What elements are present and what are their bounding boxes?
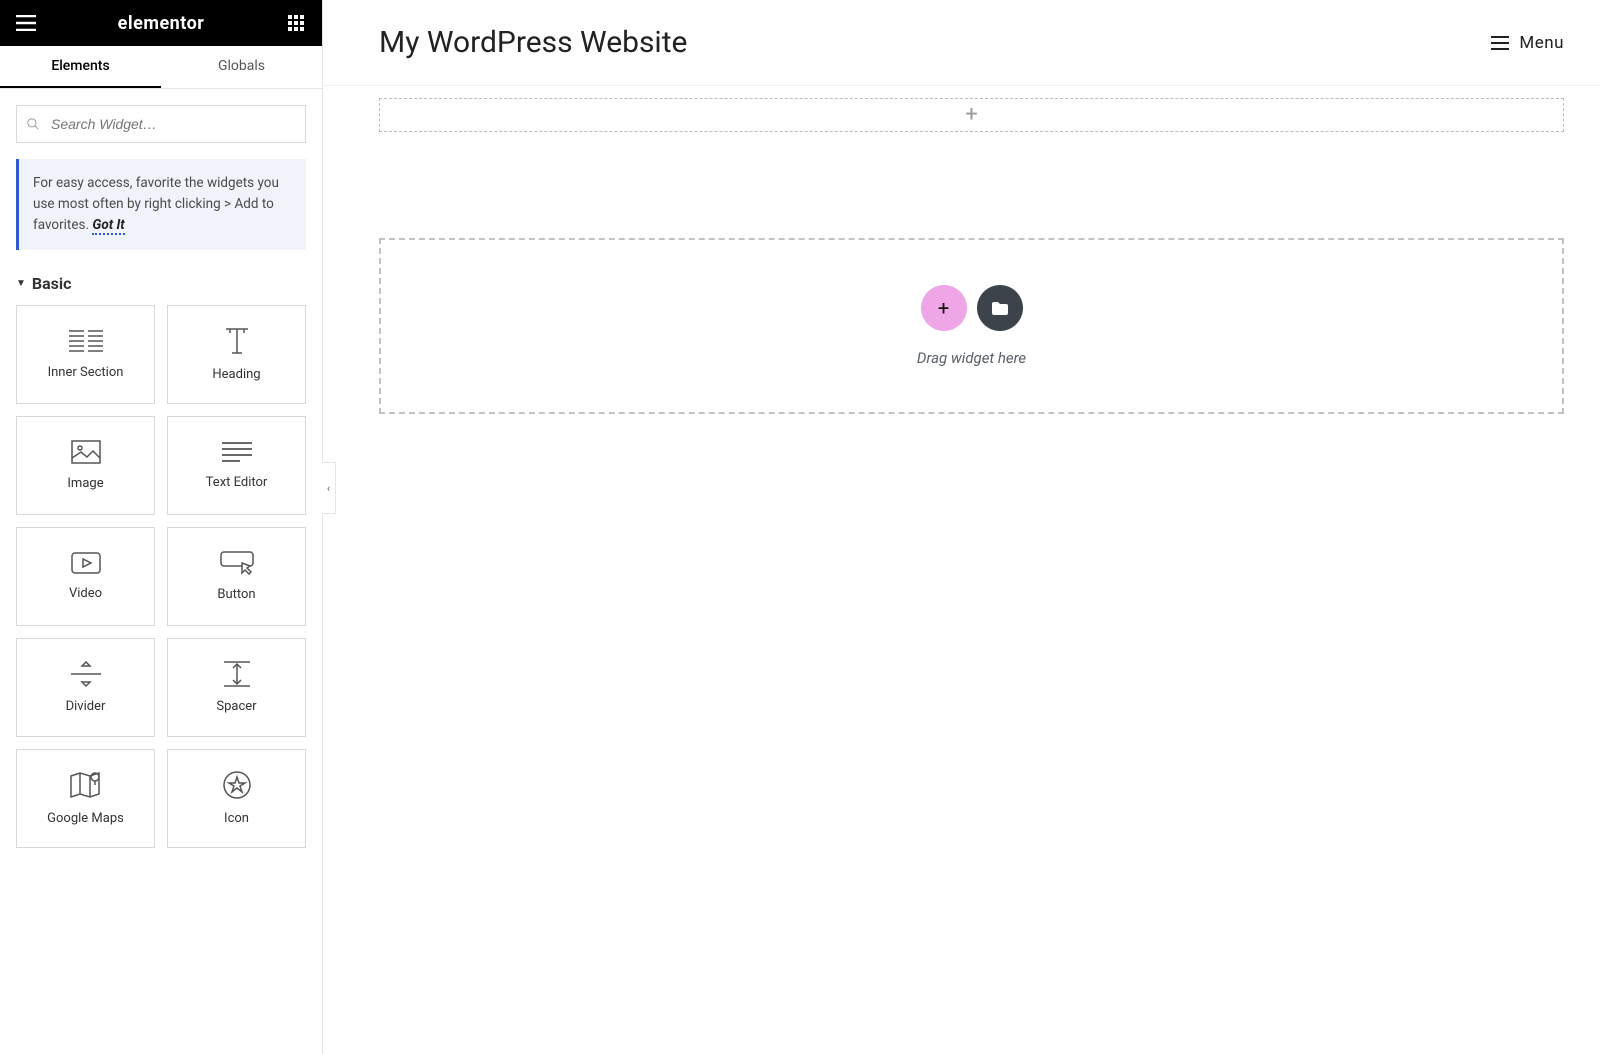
tab-elements[interactable]: Elements [0,46,161,88]
sidebar-tabs: Elements Globals [0,46,322,89]
template-library-button[interactable] [977,285,1023,331]
tip-box: For easy access, favorite the widgets yo… [16,159,306,250]
widget-video[interactable]: Video [16,527,155,626]
video-icon [71,552,101,574]
dropzone-text: Drag widget here [917,349,1026,367]
inner-section-icon [69,329,103,353]
widget-heading[interactable]: Heading [167,305,306,404]
hamburger-icon[interactable] [16,13,36,33]
main-area: My WordPress Website Menu + + [323,0,1600,1054]
chevron-left-icon: ‹ [327,482,330,495]
tab-globals[interactable]: Globals [161,46,322,88]
text-editor-icon [222,441,252,463]
widget-icon[interactable]: Icon [167,749,306,848]
widget-label: Image [67,476,103,491]
dropzone[interactable]: + Drag widget here [379,238,1564,414]
collapse-sidebar-handle[interactable]: ‹ [322,462,336,514]
heading-icon [222,327,252,355]
dropzone-buttons: + [921,285,1023,331]
widget-button[interactable]: Button [167,527,306,626]
plus-icon: + [938,296,949,320]
tip-text: For easy access, favorite the widgets yo… [33,175,279,233]
hamburger-icon [1491,36,1509,50]
google-maps-icon [70,771,102,799]
widget-label: Video [69,586,102,601]
tip-gotit-link[interactable]: Got It [92,217,124,235]
search-icon [26,117,40,131]
plus-icon: + [965,104,977,126]
category-header[interactable]: ▼ Basic [0,274,322,305]
menu-label: Menu [1519,33,1564,53]
caret-down-icon: ▼ [16,278,26,289]
icon-widget-icon [223,771,251,799]
button-icon [220,551,254,575]
topbar: My WordPress Website Menu [323,0,1600,86]
add-section-button[interactable]: + [921,285,967,331]
search-box [16,105,306,143]
widget-text-editor[interactable]: Text Editor [167,416,306,515]
widget-label: Text Editor [206,475,268,490]
spacer-icon [224,661,250,687]
widget-label: Icon [224,811,249,826]
widget-label: Divider [66,699,106,714]
image-icon [71,440,101,464]
widget-google-maps[interactable]: Google Maps [16,749,155,848]
brand-logo: elementor [118,13,205,34]
site-title: My WordPress Website [379,25,687,60]
folder-icon [991,301,1009,316]
widget-inner-section[interactable]: Inner Section [16,305,155,404]
search-input[interactable] [16,105,306,143]
widget-image[interactable]: Image [16,416,155,515]
widget-label: Google Maps [47,811,124,826]
add-section-strip[interactable]: + [379,98,1564,132]
widget-label: Inner Section [48,365,124,380]
apps-grid-icon[interactable] [286,13,306,33]
sidebar-header: elementor [0,0,322,46]
widget-label: Heading [212,367,260,382]
widget-label: Spacer [216,699,256,714]
sidebar: elementor Elements Globals For e [0,0,323,1054]
widget-label: Button [217,587,255,602]
widget-divider[interactable]: Divider [16,638,155,737]
menu-button[interactable]: Menu [1491,33,1564,53]
divider-icon [71,661,101,687]
widget-spacer[interactable]: Spacer [167,638,306,737]
category-label: Basic [32,274,72,293]
widgets-grid: Inner Section Heading Image [0,305,322,864]
canvas: + + Drag widget here [323,86,1600,414]
